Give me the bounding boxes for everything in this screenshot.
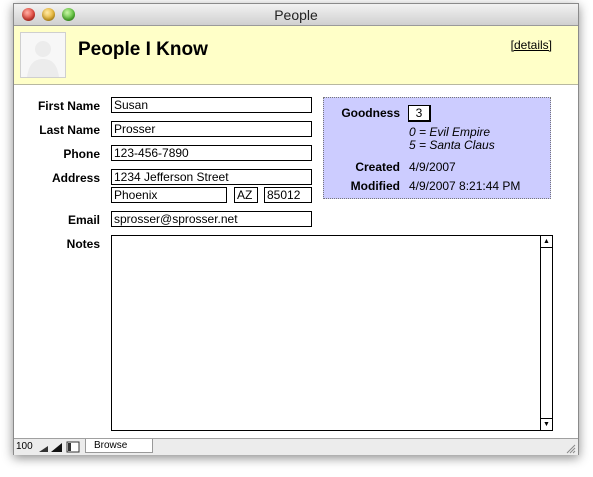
phone-field[interactable]: 123-456-7890 [111, 145, 312, 161]
resize-grip-icon[interactable] [565, 443, 576, 454]
avatar [20, 32, 66, 78]
last-name-label: Last Name [39, 123, 100, 137]
first-name-field[interactable]: Susan [111, 97, 312, 113]
state-field[interactable]: AZ [234, 187, 258, 203]
street-field[interactable]: 1234 Jefferson Street [111, 169, 312, 185]
notes-label: Notes [66, 237, 100, 251]
address-label: Address [51, 171, 100, 185]
email-field[interactable]: sprosser@sprosser.net [111, 211, 312, 227]
person-silhouette-icon [27, 41, 59, 77]
zoom-out-icon[interactable] [39, 446, 48, 452]
created-label: Created [355, 160, 400, 174]
header-banner: People I Know [details] [14, 26, 578, 85]
zoom-in-icon[interactable] [51, 443, 62, 452]
modified-value: 4/9/2007 8:21:44 PM [409, 179, 521, 193]
first-name-label: First Name [37, 99, 100, 113]
goodness-label: Goodness [341, 106, 400, 120]
zoom-controls [39, 441, 80, 453]
phone-label: Phone [63, 147, 100, 161]
details-link[interactable]: [details] [511, 38, 552, 52]
record-info-panel: Goodness 3 0 = Evil Empire 5 = Santa Cla… [323, 97, 551, 199]
zip-field[interactable]: 85012 [264, 187, 312, 203]
app-window: People People I Know [details] First Nam… [13, 3, 579, 455]
goodness-hint-low: 0 = Evil Empire [409, 125, 491, 139]
created-value: 4/9/2007 [409, 160, 456, 174]
status-bar: 100 Browse [14, 438, 578, 455]
window-title: People [274, 7, 318, 23]
notes-scrollbar[interactable]: ▲ ▼ [540, 236, 552, 430]
scroll-up-arrow-icon[interactable]: ▲ [541, 236, 552, 248]
city-field[interactable]: Phoenix [111, 187, 227, 203]
mode-selector[interactable]: Browse [85, 439, 153, 453]
zoom-level[interactable]: 100 [16, 441, 33, 452]
title-bar[interactable]: People [14, 4, 578, 26]
goodness-hint-high: 5 = Santa Claus [409, 138, 495, 152]
notes-field[interactable]: ▲ ▼ [111, 235, 553, 431]
last-name-field[interactable]: Prosser [111, 121, 312, 137]
status-area-toggle-icon[interactable] [66, 441, 80, 453]
scroll-down-arrow-icon[interactable]: ▼ [541, 418, 552, 430]
page-title: People I Know [78, 39, 208, 60]
email-label: Email [67, 213, 100, 227]
goodness-field[interactable]: 3 [408, 105, 431, 122]
modified-label: Modified [350, 179, 400, 193]
